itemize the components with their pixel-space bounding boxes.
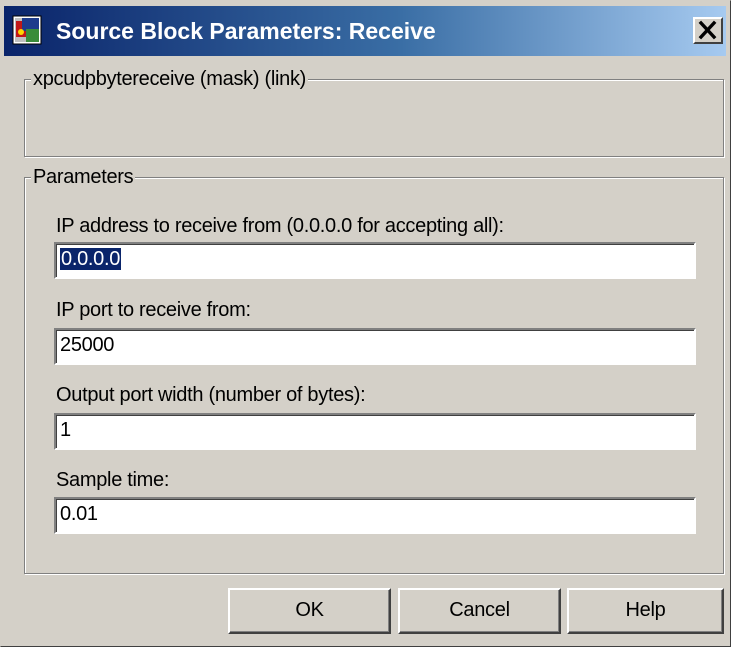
sample-time-label: Sample time: — [56, 469, 170, 491]
ip-port-input[interactable]: 25000 — [54, 328, 696, 365]
close-icon — [698, 20, 717, 40]
window-title: Source Block Parameters: Receive — [56, 18, 436, 44]
cancel-button[interactable]: Cancel — [398, 588, 561, 634]
ip-address-input[interactable]: 0.0.0.0 — [54, 242, 696, 279]
sample-time-input[interactable]: 0.01 — [54, 497, 696, 534]
ip-port-label: IP port to receive from: — [56, 299, 251, 321]
title-bar[interactable]: Source Block Parameters: Receive — [4, 6, 726, 56]
parameters-group-legend: Parameters — [31, 165, 136, 189]
mask-description-group: xpcudpbytereceive (mask) (link) — [24, 67, 724, 157]
dialog-window: Source Block Parameters: Receive xpcudpb… — [0, 0, 731, 647]
output-port-width-label: Output port width (number of bytes): — [56, 384, 366, 406]
ip-address-value: 0.0.0.0 — [60, 248, 122, 270]
help-button[interactable]: Help — [567, 588, 724, 634]
close-button[interactable] — [693, 17, 723, 44]
ip-address-label: IP address to receive from (0.0.0.0 for … — [56, 215, 504, 237]
mask-group-legend: xpcudpbytereceive (mask) (link) — [31, 67, 309, 91]
simulink-block-icon — [12, 15, 42, 45]
ok-button[interactable]: OK — [228, 588, 391, 634]
output-port-width-input[interactable]: 1 — [54, 413, 696, 450]
